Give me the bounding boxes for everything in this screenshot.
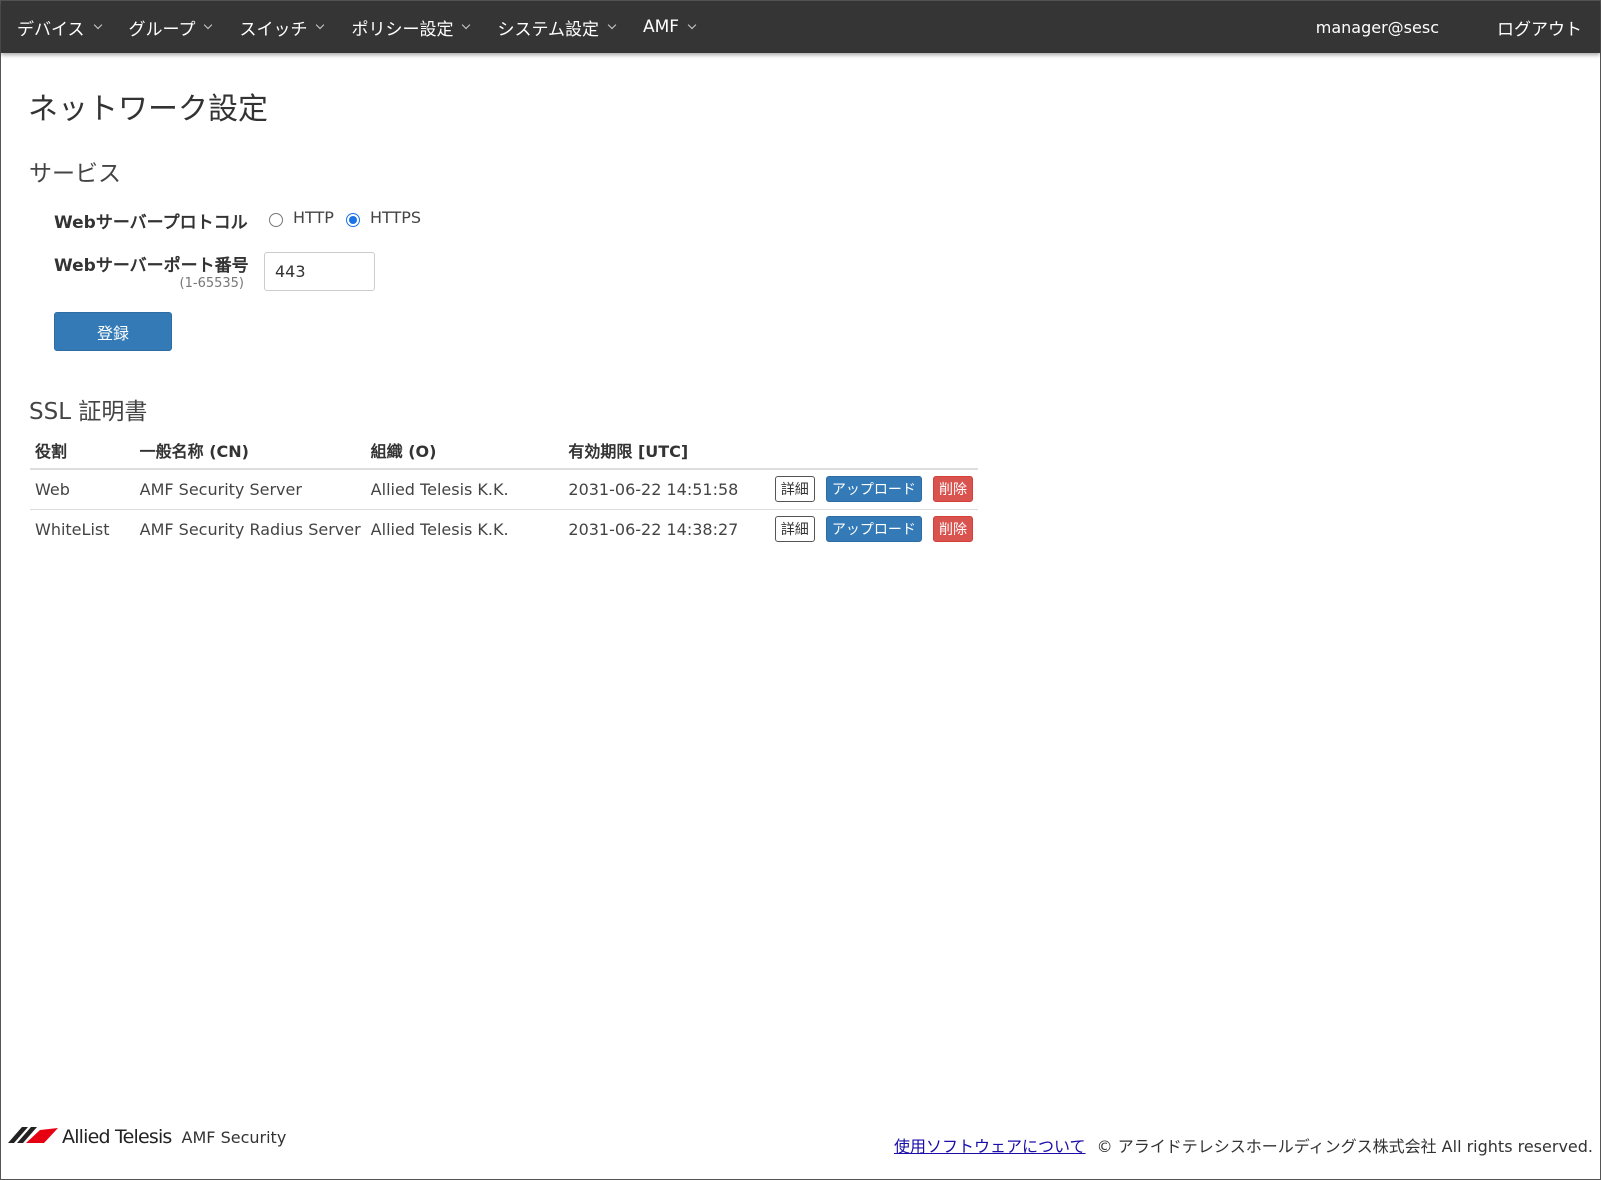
radio-http-label[interactable]: HTTP bbox=[293, 208, 334, 227]
table-row: Web AMF Security Server Allied Telesis K… bbox=[30, 469, 978, 510]
product-name: AMF Security bbox=[181, 1128, 287, 1147]
top-navbar: デバイス グループ スイッチ ポリシー設定 システム設定 AMF manager… bbox=[1, 1, 1600, 53]
upload-button[interactable]: アップロード bbox=[825, 476, 922, 503]
footer-right: 使用ソフトウェアについて © アライドテレシスホールディングス株式会社 All … bbox=[894, 1133, 1593, 1157]
port-range-hint: (1-65535) bbox=[179, 276, 244, 291]
cell-cn: AMF Security Radius Server bbox=[139, 519, 361, 539]
cell-cn: AMF Security Server bbox=[134, 469, 366, 510]
nav-item-label: スイッチ bbox=[239, 19, 308, 40]
allied-telesis-logo-icon bbox=[8, 1127, 58, 1143]
ssl-section-title: SSL 証明書 bbox=[29, 399, 148, 425]
nav-item-switches[interactable]: スイッチ bbox=[239, 15, 325, 40]
nav-item-label: デバイス bbox=[17, 19, 85, 40]
chevron-down-icon bbox=[607, 20, 617, 30]
radio-http[interactable] bbox=[269, 212, 283, 227]
chevron-down-icon bbox=[316, 20, 325, 30]
chevron-down-icon bbox=[462, 20, 471, 30]
cell-actions: 詳細 アップロード 削除 bbox=[760, 469, 978, 510]
nav-item-groups[interactable]: グループ bbox=[128, 15, 213, 40]
chevron-down-icon bbox=[204, 20, 213, 30]
cell-expiry: 2031-06-22 14:51:58 bbox=[563, 469, 761, 510]
nav-item-system-settings[interactable]: システム設定 bbox=[497, 15, 617, 40]
radio-https-label[interactable]: HTTPS bbox=[370, 208, 421, 227]
nav-item-label: AMF bbox=[642, 17, 680, 37]
logout-link[interactable]: ログアウト bbox=[1497, 15, 1582, 40]
cell-expiry: 2031-06-22 14:38:27 bbox=[568, 519, 739, 539]
detail-button[interactable]: 詳細 bbox=[774, 516, 815, 543]
nav-item-devices[interactable]: デバイス bbox=[17, 15, 102, 40]
cell-actions: 詳細 アップロード 削除 bbox=[761, 509, 978, 549]
protocol-radio-group: HTTP HTTPS bbox=[269, 208, 433, 227]
logo-text: Allied Telesis bbox=[62, 1126, 172, 1148]
nav-menu: デバイス グループ スイッチ ポリシー設定 システム設定 AMF bbox=[1, 1, 723, 53]
footer-brand: Allied Telesis AMF Security bbox=[8, 1126, 286, 1148]
ssl-cert-table: 役割 一般名称 (CN) 組織 (O) 有効期限 [UTC] Web AMF S… bbox=[30, 432, 978, 549]
col-cn: 一般名称 (CN) bbox=[134, 432, 366, 470]
chevron-down-icon bbox=[93, 20, 102, 30]
port-input[interactable] bbox=[264, 252, 375, 291]
cell-org: Allied Telesis K.K. bbox=[365, 469, 564, 510]
current-user: manager@sesc bbox=[1315, 17, 1439, 37]
nav-item-label: グループ bbox=[128, 19, 196, 40]
col-role: 役割 bbox=[30, 432, 135, 470]
port-label: Webサーバーポート番号 bbox=[54, 256, 249, 276]
service-section-title: サービス bbox=[29, 161, 121, 187]
cell-role: Web bbox=[30, 469, 135, 510]
col-org: 組織 (O) bbox=[365, 432, 564, 470]
protocol-label: Webサーバープロトコル bbox=[54, 213, 248, 233]
radio-https[interactable] bbox=[345, 212, 360, 227]
page-title: ネットワーク設定 bbox=[28, 92, 268, 127]
copyright-text: © アライドテレシスホールディングス株式会社 All rights reserv… bbox=[1096, 1137, 1593, 1156]
chevron-down-icon bbox=[687, 20, 697, 30]
detail-button[interactable]: 詳細 bbox=[774, 476, 815, 503]
software-info-link[interactable]: 使用ソフトウェアについて bbox=[894, 1137, 1086, 1156]
cell-org: Allied Telesis K.K. bbox=[370, 519, 509, 539]
nav-item-label: ポリシー設定 bbox=[351, 19, 454, 40]
upload-button[interactable]: アップロード bbox=[825, 516, 922, 543]
delete-button[interactable]: 削除 bbox=[933, 476, 973, 503]
col-actions bbox=[760, 432, 978, 470]
table-row: WhiteList AMF Security Radius Server All… bbox=[30, 509, 978, 549]
register-button[interactable]: 登録 bbox=[54, 312, 172, 351]
cell-role: WhiteList bbox=[35, 519, 110, 539]
col-expiry: 有効期限 [UTC] bbox=[563, 432, 761, 470]
delete-button[interactable]: 削除 bbox=[933, 516, 973, 543]
table-header-row: 役割 一般名称 (CN) 組織 (O) 有効期限 [UTC] bbox=[30, 432, 978, 470]
app-frame bbox=[0, 0, 1601, 1180]
nav-user-area: manager@sesc ログアウト bbox=[1316, 1, 1600, 53]
nav-item-amf[interactable]: AMF bbox=[642, 17, 697, 37]
nav-item-policy-settings[interactable]: ポリシー設定 bbox=[351, 15, 471, 40]
nav-item-label: システム設定 bbox=[497, 19, 599, 40]
